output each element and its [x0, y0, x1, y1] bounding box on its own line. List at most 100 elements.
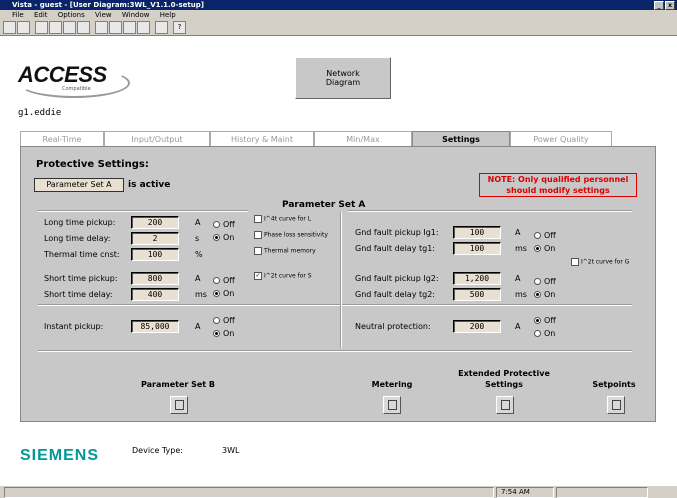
- parameter-set-a-button[interactable]: Parameter Set A: [34, 178, 124, 192]
- open-icon[interactable]: [3, 21, 16, 34]
- neutral-on-radio[interactable]: On: [534, 329, 555, 338]
- network-diagram-label: Network Diagram: [325, 69, 361, 87]
- thermal-memory-checkbox[interactable]: Thermal memory: [254, 247, 316, 255]
- tab-real-time[interactable]: Real-Time: [20, 131, 104, 147]
- i2t-curve-s-checkbox[interactable]: ✓ I^2t curve for S: [254, 272, 312, 280]
- parameter-set-b-label: Parameter Set B: [140, 380, 216, 389]
- gnd-2-on-radio[interactable]: On: [534, 290, 555, 299]
- gnd-pickup-1-unit: A: [515, 228, 521, 237]
- menu-options[interactable]: Options: [58, 11, 85, 19]
- divider: [38, 210, 248, 212]
- minimize-button[interactable]: _: [654, 1, 664, 10]
- gnd-delay-2-field[interactable]: 500: [453, 288, 501, 301]
- gnd-delay-2-unit: ms: [515, 290, 527, 299]
- table-icon[interactable]: [137, 21, 150, 34]
- checkbox-box: [571, 258, 579, 266]
- tab-min-max[interactable]: Min/Max: [314, 131, 412, 147]
- parameter-set-b-icon[interactable]: [170, 396, 188, 414]
- thermal-time-cnst-label: Thermal time cnst:: [44, 250, 120, 259]
- save-icon[interactable]: [17, 21, 30, 34]
- divider: [348, 210, 632, 212]
- setpoints-icon[interactable]: [607, 396, 625, 414]
- neutral-protection-unit: A: [515, 322, 521, 331]
- short-time-delay-field[interactable]: 400: [131, 288, 179, 301]
- gnd-2-off-radio[interactable]: Off: [534, 277, 556, 286]
- radio-label: On: [544, 290, 556, 299]
- thermal-time-cnst-field[interactable]: 100: [131, 248, 179, 261]
- menu-view[interactable]: View: [95, 11, 112, 19]
- tab-power-quality[interactable]: Power Quality: [510, 131, 612, 147]
- neutral-protection-field[interactable]: 200: [453, 320, 501, 333]
- close-button[interactable]: x: [665, 1, 675, 10]
- neutral-off-radio[interactable]: Off: [534, 316, 556, 325]
- extended-protective-settings-icon[interactable]: [496, 396, 514, 414]
- phase-loss-checkbox[interactable]: Phase loss sensitivity: [254, 231, 328, 239]
- instant-pickup-field[interactable]: 85,000: [131, 320, 179, 333]
- radio-dot: [534, 330, 541, 337]
- radio-label: Off: [223, 276, 235, 285]
- gnd-1-on-radio[interactable]: On: [534, 244, 555, 253]
- long-time-on-radio[interactable]: On: [213, 233, 234, 242]
- i4t-curve-checkbox[interactable]: I^4t curve for L: [254, 215, 311, 223]
- menu-bar: File Edit Options View Window Help: [0, 10, 677, 20]
- paste-icon[interactable]: [123, 21, 136, 34]
- neutral-protection-label: Neutral protection:: [355, 322, 431, 331]
- help-icon[interactable]: ?: [173, 21, 186, 34]
- gnd-1-off-radio[interactable]: Off: [534, 231, 556, 240]
- menu-file[interactable]: File: [12, 11, 24, 19]
- long-time-delay-field[interactable]: 2: [131, 232, 179, 245]
- short-time-off-radio[interactable]: Off: [213, 276, 235, 285]
- checkbox-label: I^2t curve for G: [581, 258, 630, 266]
- copy-icon[interactable]: [109, 21, 122, 34]
- radio-dot: [213, 234, 220, 241]
- menu-edit[interactable]: Edit: [34, 11, 48, 19]
- radio-label: Off: [223, 316, 235, 325]
- zoom-icon[interactable]: [35, 21, 48, 34]
- tab-settings[interactable]: Settings: [412, 131, 510, 147]
- radio-label: Off: [544, 277, 556, 286]
- radio-label: Off: [544, 316, 556, 325]
- gnd-delay-1-unit: ms: [515, 244, 527, 253]
- active-label: is active: [128, 180, 171, 190]
- radio-dot: [213, 277, 220, 284]
- cut-icon[interactable]: [95, 21, 108, 34]
- gnd-pickup-2-field[interactable]: 1,200: [453, 272, 501, 285]
- network-diagram-button[interactable]: Network Diagram: [295, 57, 391, 99]
- short-time-pickup-unit: A: [195, 274, 201, 283]
- tab-input-output[interactable]: Input/Output: [104, 131, 210, 147]
- radio-dot: [213, 317, 220, 324]
- radio-label: On: [544, 244, 556, 253]
- menu-help[interactable]: Help: [160, 11, 176, 19]
- chart-icon[interactable]: [63, 21, 76, 34]
- gnd-delay-1-field[interactable]: 100: [453, 242, 501, 255]
- gnd-pickup-1-label: Gnd fault pickup Ig1:: [355, 228, 439, 237]
- i2t-curve-g-checkbox[interactable]: I^2t curve for G: [571, 258, 629, 266]
- window-title: Vista - guest - [User Diagram:3WL_V1.1.0…: [12, 1, 204, 9]
- tab-history-maint[interactable]: History & Maint: [210, 131, 314, 147]
- long-time-pickup-field[interactable]: 200: [131, 216, 179, 229]
- short-time-pickup-field[interactable]: 800: [131, 272, 179, 285]
- grid-icon[interactable]: [49, 21, 62, 34]
- menu-window[interactable]: Window: [122, 11, 150, 19]
- instant-off-radio[interactable]: Off: [213, 316, 235, 325]
- image-icon[interactable]: [77, 21, 90, 34]
- window-icon[interactable]: [155, 21, 168, 34]
- gnd-pickup-1-field[interactable]: 100: [453, 226, 501, 239]
- radio-dot: [534, 278, 541, 285]
- thermal-time-cnst-unit: %: [195, 250, 203, 259]
- long-time-off-radio[interactable]: Off: [213, 220, 235, 229]
- radio-dot: [213, 221, 220, 228]
- short-time-on-radio[interactable]: On: [213, 289, 234, 298]
- logo-subtitle: Compatible: [62, 86, 91, 92]
- window-title-bar: Vista - guest - [User Diagram:3WL_V1.1.0…: [0, 0, 677, 10]
- instant-on-radio[interactable]: On: [213, 329, 234, 338]
- metering-label: Metering: [371, 380, 413, 389]
- gnd-pickup-2-label: Gnd fault pickup Ig2:: [355, 274, 439, 283]
- section-title: Parameter Set A: [282, 200, 366, 210]
- device-type-label: Device Type:: [132, 446, 183, 455]
- checkbox-box: [254, 247, 262, 255]
- divider: [38, 350, 632, 352]
- setpoints-label: Setpoints: [592, 380, 636, 389]
- metering-icon[interactable]: [383, 396, 401, 414]
- note-warning: NOTE: Only qualified personnel should mo…: [479, 173, 637, 197]
